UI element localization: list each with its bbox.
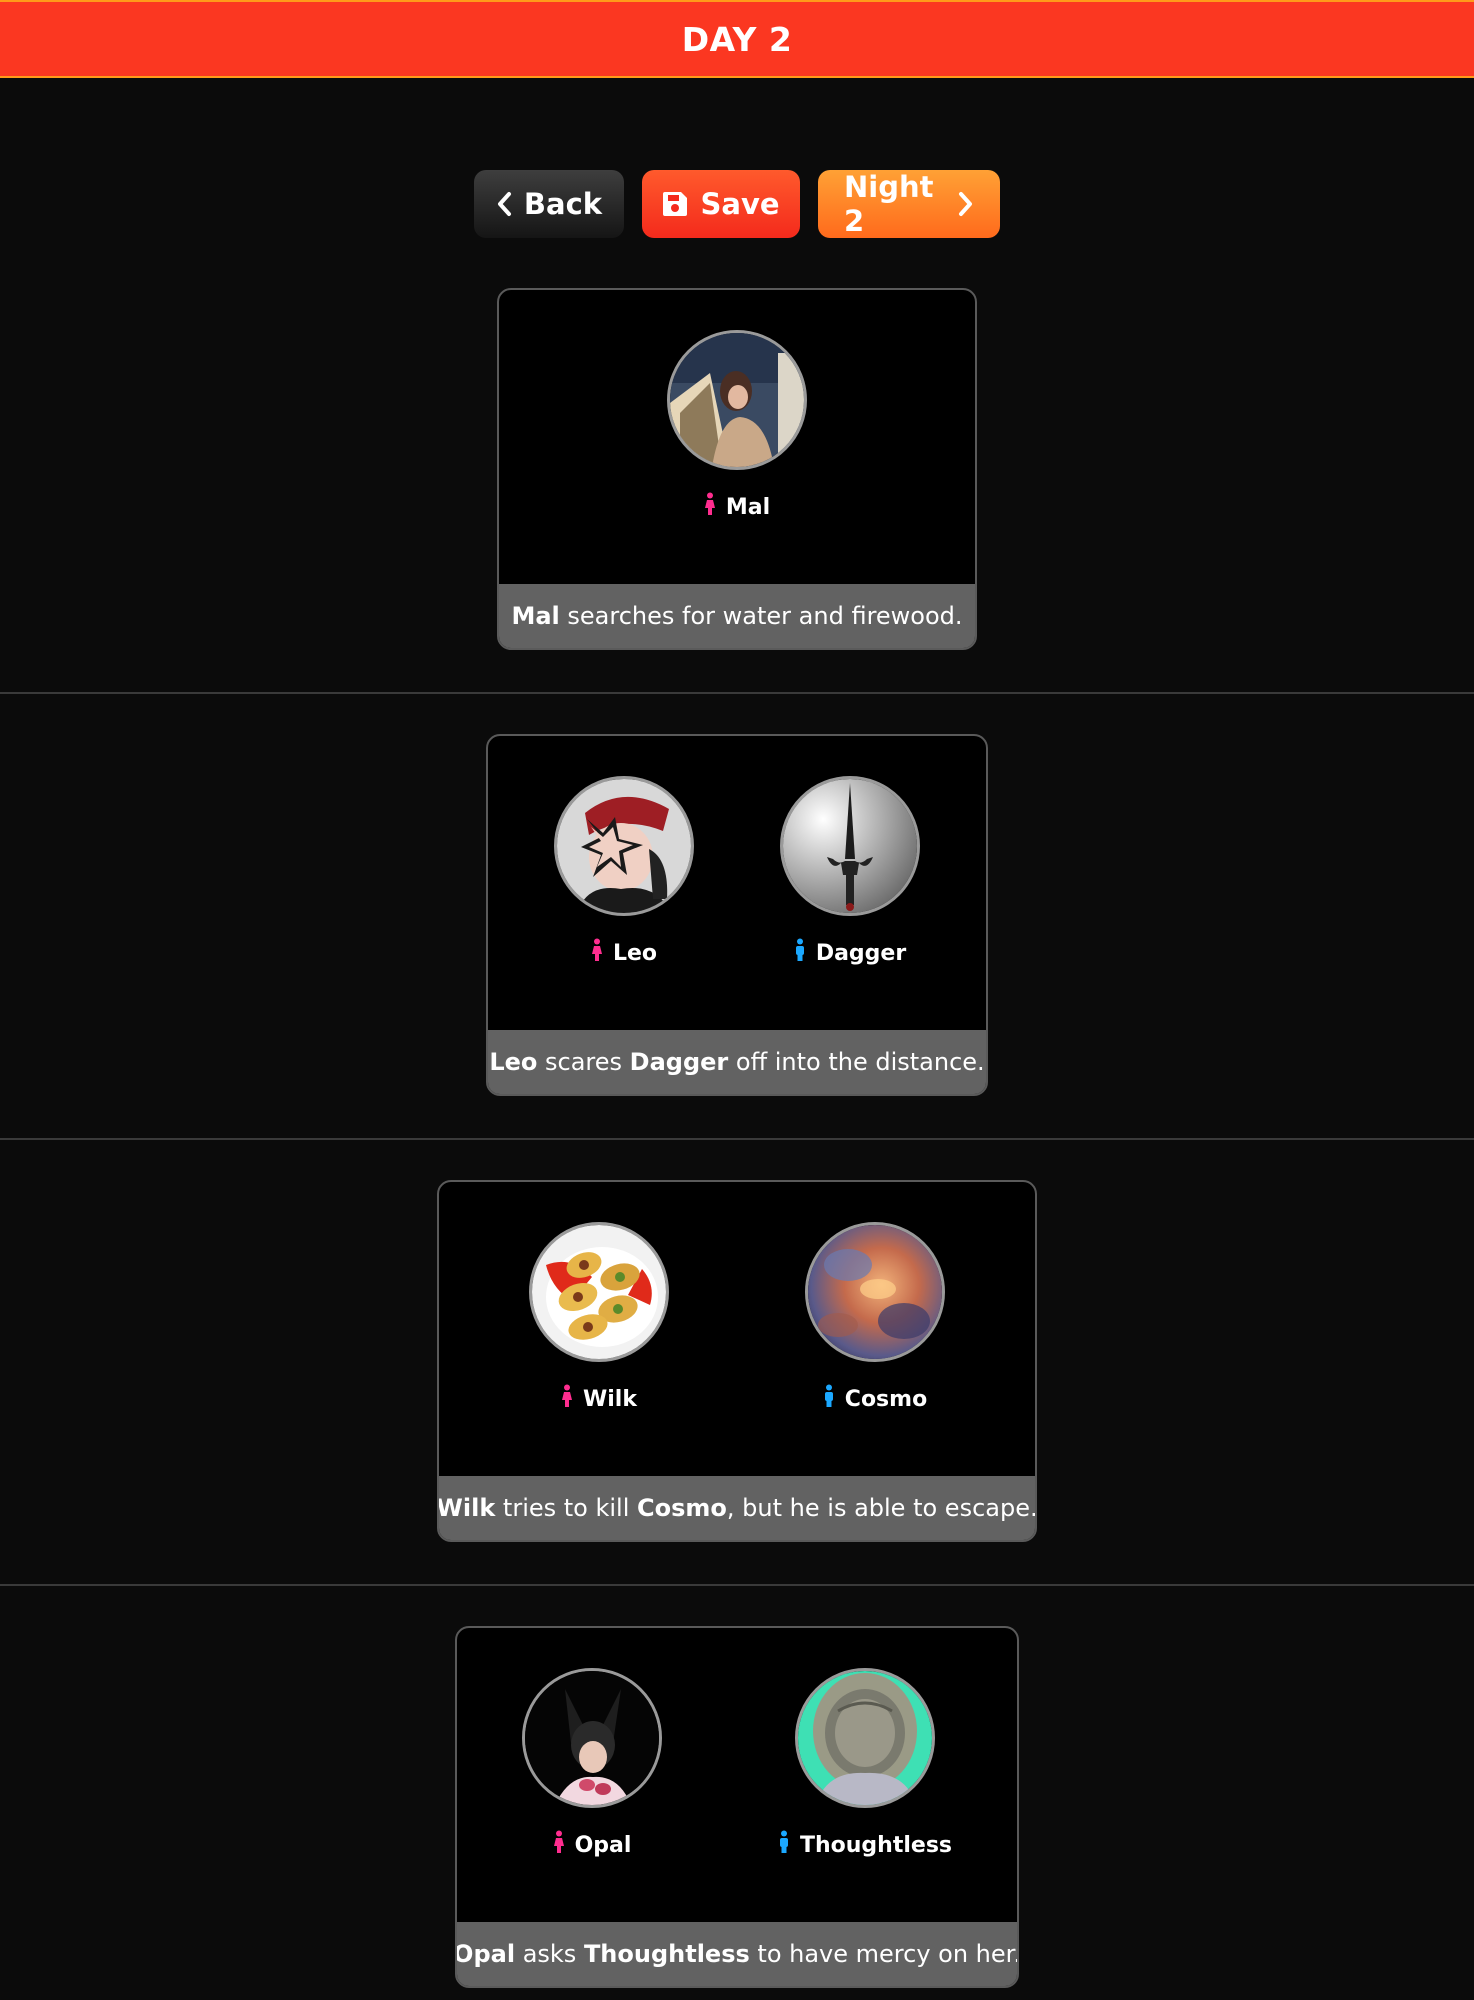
caption-name: Cosmo [637,1494,727,1522]
female-icon [704,492,716,522]
back-button[interactable]: Back [474,170,624,238]
avatar [529,1222,669,1362]
caption-name: Opal [455,1940,516,1968]
tribute: Opal [521,1668,662,1860]
tribute: Thoughtless [778,1668,952,1860]
event-tributes: Mal [499,290,975,584]
event-caption: Leo scares Dagger off into the distance. [488,1030,986,1094]
event-item: Opal Thoughtless Opal asks Thoughtless t… [0,1626,1474,1988]
caption-text: off into the distance. [728,1048,985,1076]
chevron-right-icon [958,191,974,217]
tribute-name: Wilk [561,1384,637,1414]
event-item: Leo Dagger Leo scares Dagger off into th… [0,734,1474,1096]
next-phase-label: Night 2 [844,170,934,238]
tribute-name: Mal [704,492,770,522]
toolbar: Back Save Night 2 [0,170,1474,238]
tribute-name: Cosmo [823,1384,927,1414]
avatar [805,1222,945,1362]
back-button-label: Back [523,187,603,221]
tribute: Dagger [780,776,920,968]
day-header: DAY 2 [0,0,1474,78]
female-icon [561,1384,573,1414]
tribute: Wilk [529,1222,669,1414]
caption-text: to have mercy on her. [749,1940,1019,1968]
caption-name: Thoughtless [583,1940,750,1968]
save-button[interactable]: Save [642,170,800,238]
event-card: Wilk Cosmo Wilk tries to kill Cosmo, but… [437,1180,1037,1542]
event-item: Mal Mal searches for water and firewood. [0,288,1474,650]
avatar [780,776,920,916]
event-item: Wilk Cosmo Wilk tries to kill Cosmo, but… [0,1180,1474,1542]
caption-text: asks [515,1940,584,1968]
avatar [795,1668,935,1808]
avatar [521,1668,662,1808]
page-title: DAY 2 [681,19,793,59]
event-caption: Mal searches for water and firewood. [499,584,975,648]
event-tributes: Wilk Cosmo [439,1182,1035,1476]
next-phase-button[interactable]: Night 2 [818,170,1000,238]
tribute-name: Thoughtless [778,1830,952,1860]
caption-text: tries to kill [495,1494,638,1522]
caption-name: Leo [489,1048,538,1076]
save-button-label: Save [700,187,780,221]
caption-name: Dagger [629,1048,729,1076]
avatar [667,330,807,470]
event-card: Opal Thoughtless Opal asks Thoughtless t… [455,1626,1019,1988]
tribute: Cosmo [805,1222,945,1414]
tribute-name: Leo [591,938,657,968]
caption-text: searches for water and firewood. [559,602,963,630]
caption-name: Wilk [437,1494,496,1522]
event-caption: Wilk tries to kill Cosmo, but he is able… [439,1476,1035,1540]
divider [0,1138,1474,1140]
floppy-disk-icon [662,191,688,217]
male-icon [778,1830,790,1860]
tribute-name: Dagger [794,938,906,968]
divider [0,692,1474,694]
event-card: Leo Dagger Leo scares Dagger off into th… [486,734,988,1096]
female-icon [591,938,603,968]
event-card: Mal Mal searches for water and firewood. [497,288,977,650]
event-tributes: Opal Thoughtless [457,1628,1017,1922]
tribute: Leo [554,776,694,968]
male-icon [823,1384,835,1414]
tribute-name: Opal [553,1830,631,1860]
female-icon [553,1830,565,1860]
avatar [554,776,694,916]
caption-name: Mal [511,602,560,630]
chevron-left-icon [496,191,512,217]
divider [0,1584,1474,1586]
event-tributes: Leo Dagger [488,736,986,1030]
caption-text: , but he is able to escape. [726,1494,1037,1522]
tribute: Mal [667,330,807,522]
male-icon [794,938,806,968]
caption-text: scares [537,1048,630,1076]
event-caption: Opal asks Thoughtless to have mercy on h… [457,1922,1017,1986]
